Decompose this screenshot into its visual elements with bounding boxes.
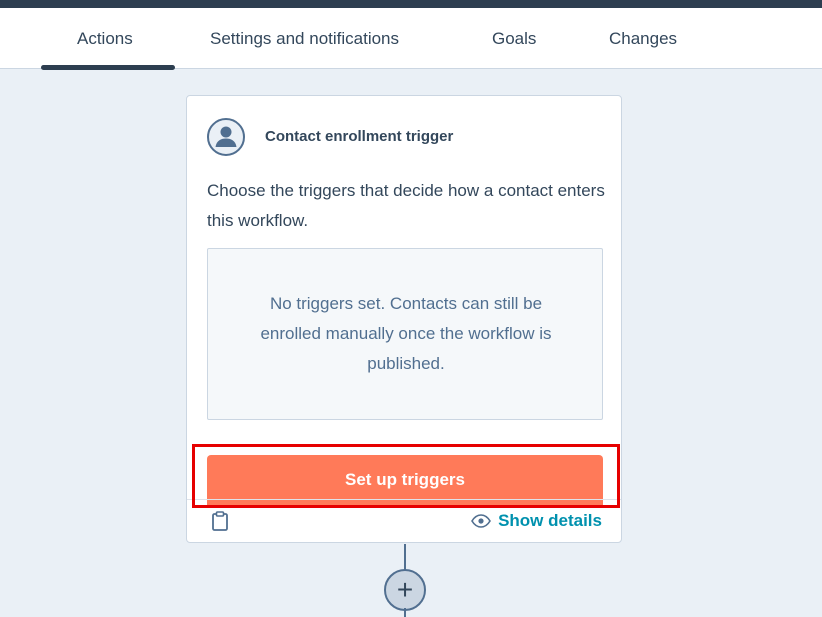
add-action-button[interactable]: + [384, 569, 426, 611]
contact-avatar-icon [207, 118, 245, 156]
set-up-triggers-button[interactable]: Set up triggers [207, 455, 603, 505]
card-footer-divider [187, 499, 621, 500]
workflow-tabs: Actions Settings and notifications Goals… [0, 8, 822, 70]
tab-actions[interactable]: Actions [77, 8, 133, 68]
show-details-link[interactable]: Show details [471, 510, 602, 532]
eye-icon [471, 514, 492, 528]
enrollment-trigger-card[interactable]: Contact enrollment trigger Choose the tr… [186, 95, 622, 543]
empty-state-text: No triggers set. Contacts can still be e… [260, 294, 552, 373]
clipboard-icon[interactable] [211, 510, 229, 532]
tab-goals[interactable]: Goals [492, 8, 536, 68]
empty-triggers-box: No triggers set. Contacts can still be e… [207, 248, 603, 420]
tab-changes[interactable]: Changes [609, 8, 677, 68]
card-description: Choose the triggers that decide how a co… [207, 181, 605, 230]
tab-settings-and-notifications[interactable]: Settings and notifications [210, 8, 399, 68]
card-title: Contact enrollment trigger [265, 128, 454, 145]
connector-line-bottom [404, 608, 406, 617]
active-tab-indicator [41, 65, 175, 70]
connector-line-top [404, 544, 406, 572]
top-nav-bar [0, 0, 822, 8]
plus-icon: + [396, 574, 414, 605]
show-details-label: Show details [498, 511, 602, 530]
